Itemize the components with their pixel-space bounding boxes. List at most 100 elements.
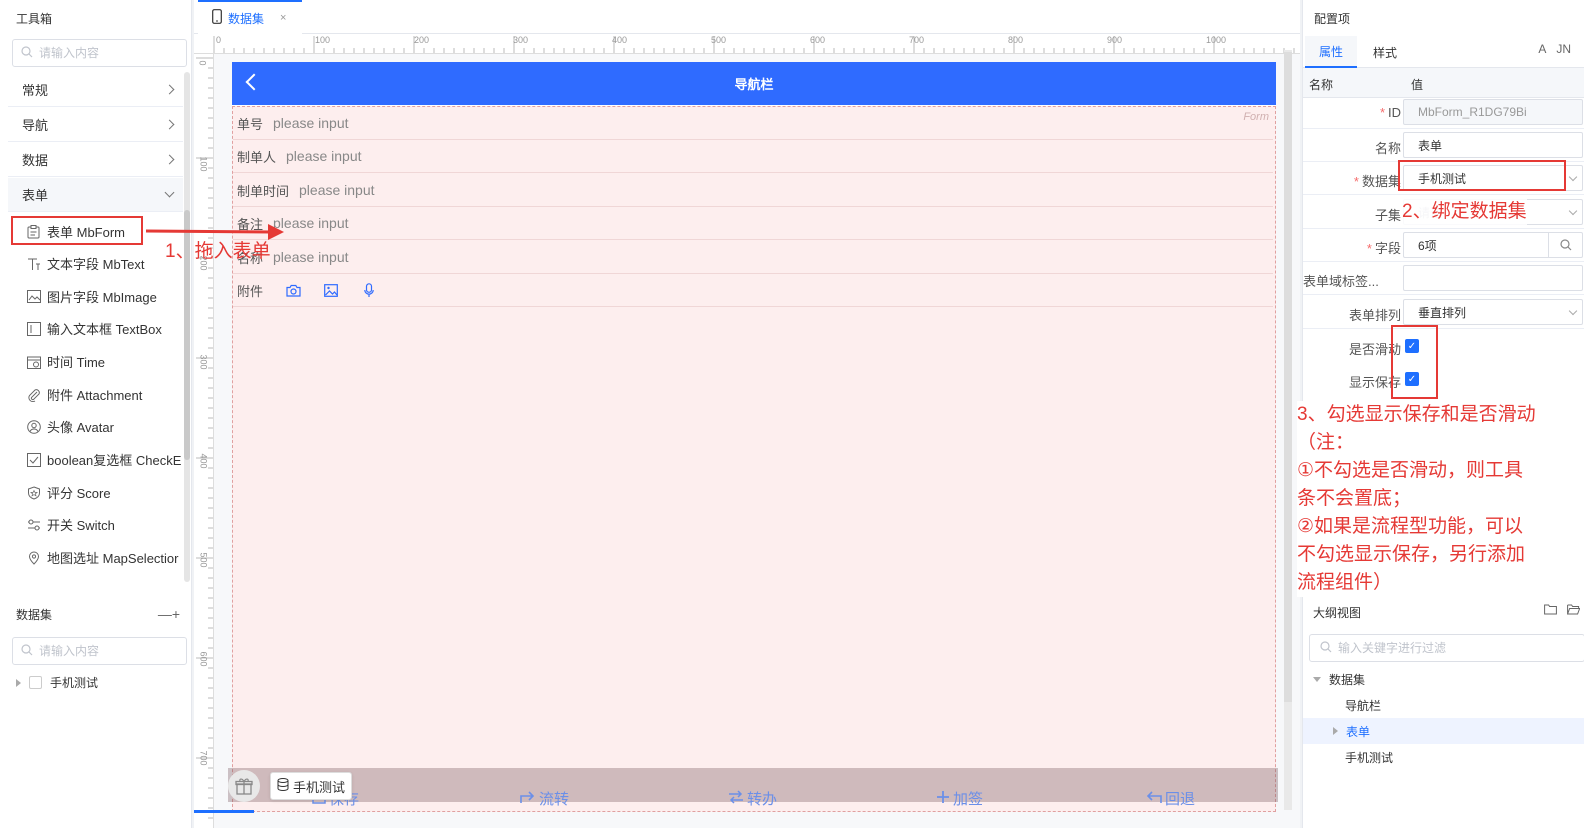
add-sign-button[interactable]: 加签: [936, 788, 983, 809]
form-component[interactable]: Form 单号 please input 制单人 please input 制单…: [232, 106, 1276, 812]
component-mbtext[interactable]: 文本字段 MbText: [14, 250, 184, 277]
component-mapselection[interactable]: 地图选址 MapSelectior: [14, 544, 184, 571]
config-tabs: 属性 样式 A JN: [1303, 36, 1584, 68]
ruler-label: 300: [198, 354, 209, 370]
add-sign-label: 加签: [953, 791, 984, 808]
form-field[interactable]: 制单人 please input: [233, 140, 1273, 173]
avatar-icon: [26, 419, 41, 434]
caret-right-icon[interactable]: [1333, 727, 1338, 735]
tab-properties[interactable]: 属性: [1305, 36, 1357, 68]
tab-styles[interactable]: 样式: [1359, 36, 1411, 68]
delegate-label: 转办: [747, 791, 778, 808]
toolbox-search-input[interactable]: [39, 46, 159, 60]
switch-icon: [26, 517, 41, 532]
transfer-button[interactable]: 流转: [520, 788, 569, 809]
outline-node-form[interactable]: 表单: [1303, 718, 1584, 744]
outline-search-input[interactable]: [1338, 641, 1538, 655]
annotation-line: 流程组件）: [1297, 572, 1393, 593]
component-label: 文本字段 MbText: [47, 257, 145, 272]
component-avatar[interactable]: 头像 Avatar: [14, 413, 184, 440]
ruler-label: 100: [315, 35, 331, 45]
label-width-input[interactable]: [1403, 265, 1583, 291]
gift-icon[interactable]: [228, 770, 260, 802]
form-field[interactable]: 备注 please input: [233, 207, 1273, 240]
tab-dataset[interactable]: 数据集 ×: [198, 0, 302, 34]
microphone-icon[interactable]: [361, 282, 377, 298]
folder-icon[interactable]: [1544, 604, 1557, 618]
outline-node-dataset[interactable]: 数据集: [1303, 666, 1584, 692]
component-checkbox[interactable]: boolean复选框 CheckE: [14, 446, 184, 473]
outline-node-label: 表单: [1346, 724, 1371, 739]
calendar-icon: [26, 354, 41, 369]
navbar-component[interactable]: 导航栏: [232, 62, 1276, 105]
outline-header: 大纲视图: [1303, 598, 1584, 626]
camera-icon[interactable]: [285, 282, 301, 298]
caret-down-icon[interactable]: [1313, 676, 1321, 682]
folder-open-icon[interactable]: [1566, 604, 1581, 618]
outline-search[interactable]: [1309, 634, 1584, 662]
component-label: 输入文本框 TextBox: [47, 322, 162, 337]
layout-select[interactable]: 垂直排列: [1403, 299, 1583, 325]
field-input[interactable]: 6项: [1403, 232, 1583, 258]
field-placeholder[interactable]: please input: [273, 215, 349, 231]
component-label: 头像 Avatar: [47, 420, 114, 435]
outline-node-phone-test[interactable]: 手机测试: [1303, 744, 1584, 770]
prop-row-save: 显示保存 ✓: [1303, 363, 1584, 396]
dataset-checkbox[interactable]: [29, 676, 42, 689]
rollback-label: 回退: [1165, 791, 1196, 808]
ruler-label: 400: [198, 453, 209, 469]
annotation-box-checkboxes: [1391, 325, 1438, 399]
picture-icon[interactable]: [323, 282, 339, 298]
datasets-search-input[interactable]: [39, 644, 159, 658]
annotation-step2: 2、绑定数据集: [1402, 198, 1527, 226]
field-placeholder[interactable]: please input: [273, 115, 349, 131]
ruler-label: 100: [198, 156, 209, 172]
outline-node-label: 手机测试: [1345, 750, 1394, 765]
search-icon[interactable]: [1548, 233, 1582, 257]
database-icon: [277, 778, 289, 794]
category-nav[interactable]: 导航: [8, 108, 183, 142]
datasets-search[interactable]: [12, 637, 187, 665]
outline-title: 大纲视图: [1313, 605, 1362, 620]
form-field[interactable]: 名称 please input: [233, 241, 1273, 274]
textbox-icon: [26, 321, 41, 336]
prop-label: 表单域标签...: [1303, 274, 1379, 289]
dataset-tree-item[interactable]: 手机测试: [16, 674, 98, 691]
ruler-label: 0: [216, 35, 222, 45]
component-switch[interactable]: 开关 Switch: [14, 511, 184, 538]
close-icon[interactable]: ×: [280, 12, 286, 24]
category-general[interactable]: 常规: [8, 73, 183, 107]
prop-label: 子集: [1374, 208, 1401, 223]
field-label: 制单时间: [237, 183, 290, 199]
field-placeholder[interactable]: please input: [273, 249, 349, 265]
component-attachment[interactable]: 附件 Attachment: [14, 381, 184, 408]
search-icon: [21, 643, 33, 659]
horizontal-scrollbar[interactable]: [194, 810, 254, 813]
form-field[interactable]: 单号 please input: [233, 107, 1273, 140]
text-format-icon[interactable]: A: [1538, 42, 1546, 56]
category-label: 数据: [22, 153, 49, 168]
component-time[interactable]: 时间 Time: [14, 348, 184, 375]
canvas-scrollbar-thumb[interactable]: [1284, 52, 1292, 702]
field-placeholder[interactable]: please input: [299, 182, 375, 198]
share-icon: [520, 790, 536, 808]
category-data[interactable]: 数据: [8, 143, 183, 177]
name-input[interactable]: 表单: [1403, 132, 1583, 158]
toolbox-search[interactable]: [12, 39, 187, 67]
field-placeholder[interactable]: please input: [286, 148, 362, 164]
caret-right-icon[interactable]: [16, 678, 21, 687]
component-textbox[interactable]: 输入文本框 TextBox: [14, 315, 184, 342]
json-icon[interactable]: JN: [1556, 42, 1571, 56]
datasets-actions[interactable]: —+: [158, 606, 180, 622]
attachment-field[interactable]: 附件: [233, 274, 1273, 307]
component-score[interactable]: 评分 Score: [14, 479, 184, 506]
rollback-button[interactable]: 回退: [1146, 788, 1195, 809]
category-form[interactable]: 表单: [8, 178, 183, 212]
delegate-button[interactable]: 转办: [728, 788, 777, 809]
annotation-line: （注：: [1297, 432, 1355, 453]
prop-row-scroll: 是否滑动 ✓: [1303, 330, 1584, 363]
component-mbimage[interactable]: 图片字段 MbImage: [14, 283, 184, 310]
back-arrow-icon[interactable]: [245, 73, 263, 91]
form-field[interactable]: 制单时间 please input: [233, 174, 1273, 207]
outline-node-navbar[interactable]: 导航栏: [1303, 692, 1584, 718]
